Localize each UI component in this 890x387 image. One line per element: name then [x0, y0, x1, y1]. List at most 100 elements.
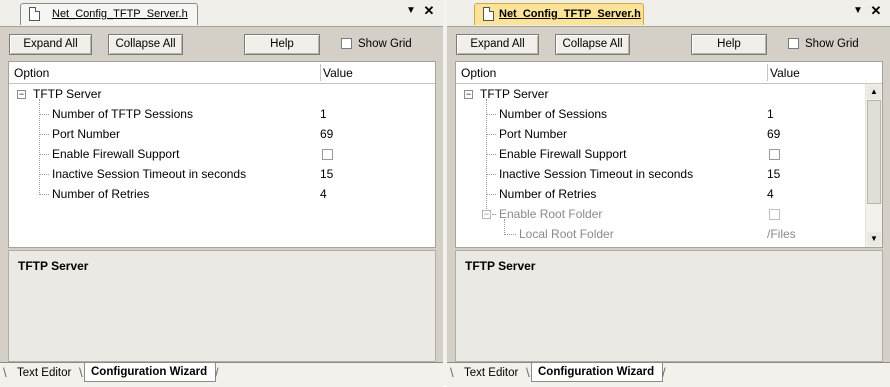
show-grid-label: Show Grid [358, 38, 412, 50]
tree-branch [39, 174, 49, 175]
help-button[interactable]: Help [244, 34, 320, 55]
option-label: Inactive Session Timeout in seconds [499, 167, 694, 181]
wizard-toolbar: Expand All Collapse All Help Show Grid [0, 27, 443, 60]
tree-row[interactable]: Port Number 69 [9, 124, 435, 144]
scroll-up-icon[interactable]: ▲ [867, 85, 881, 99]
tree-branch [39, 154, 49, 155]
tree-row-root[interactable]: − TFTP Server [456, 84, 882, 104]
option-value[interactable]: 1 [320, 107, 327, 121]
tree-root-label: TFTP Server [33, 87, 102, 101]
dropdown-icon[interactable]: ▼ [852, 5, 864, 17]
option-value[interactable]: 1 [767, 107, 774, 121]
tree-branch [486, 134, 496, 135]
grid-header: Option Value [9, 62, 435, 84]
option-value[interactable]: 69 [320, 127, 333, 141]
tab-configuration-wizard[interactable]: Configuration Wizard [84, 363, 217, 382]
option-label: Number of Sessions [499, 107, 608, 121]
tree-row-root[interactable]: − TFTP Server [9, 84, 435, 104]
option-value[interactable]: 69 [767, 127, 780, 141]
show-grid-checkbox[interactable] [788, 38, 799, 49]
tab-divider: \ [79, 365, 83, 380]
tree-row[interactable]: Enable Firewall Support [9, 144, 435, 164]
tree-row[interactable]: Port Number 69 [456, 124, 882, 144]
collapse-all-button[interactable]: Collapse All [555, 34, 630, 55]
option-value[interactable]: 4 [767, 187, 774, 201]
document-icon [29, 7, 40, 21]
options-grid: Option Value − TFTP Server Number of Ses… [455, 61, 883, 248]
value-column-header: Value [323, 66, 353, 80]
tab-configuration-wizard[interactable]: Configuration Wizard [531, 363, 664, 382]
tree-row[interactable]: Number of Retries 4 [9, 184, 435, 204]
options-grid: Option Value − TFTP Server Number of TFT… [8, 61, 436, 248]
document-tab-active[interactable]: Net_Config_TFTP_Server.h [474, 3, 644, 25]
tree-root-label: TFTP Server [480, 87, 549, 101]
firewall-checkbox[interactable] [769, 149, 780, 160]
tab-text-editor[interactable]: Text Editor [17, 364, 71, 382]
tab-text-editor[interactable]: Text Editor [464, 364, 518, 382]
tree-row[interactable]: Number of TFTP Sessions 1 [9, 104, 435, 124]
option-label: Enable Firewall Support [52, 147, 180, 161]
option-value[interactable]: 4 [320, 187, 327, 201]
expand-all-button[interactable]: Expand All [456, 34, 539, 55]
grid-header: Option Value [456, 62, 882, 84]
tree-branch [486, 174, 496, 175]
option-value[interactable]: /Files [767, 227, 796, 241]
root-folder-checkbox[interactable] [769, 209, 780, 220]
tree-row[interactable]: Number of Sessions 1 [456, 104, 882, 124]
help-button[interactable]: Help [691, 34, 767, 55]
option-value[interactable]: 15 [767, 167, 780, 181]
document-tab-label: Net_Config_TFTP_Server.h [52, 8, 188, 20]
vertical-scrollbar[interactable]: ▲ ▼ [865, 84, 882, 247]
option-column-header: Option [14, 66, 50, 80]
option-label: Number of TFTP Sessions [52, 107, 193, 121]
option-label: Inactive Session Timeout in seconds [52, 167, 247, 181]
option-label: Number of Retries [499, 187, 597, 201]
show-grid-checkbox[interactable] [341, 38, 352, 49]
option-value[interactable]: 15 [320, 167, 333, 181]
option-label: Enable Root Folder [499, 207, 603, 221]
tree-branch [504, 234, 516, 235]
collapse-icon[interactable]: − [464, 90, 473, 99]
tree-row[interactable]: Number of Retries 4 [456, 184, 882, 204]
dropdown-icon[interactable]: ▼ [405, 5, 417, 17]
description-title: TFTP Server [465, 259, 536, 273]
column-separator[interactable] [767, 64, 768, 81]
tree-row-disabled[interactable]: Local Root Folder /Files [456, 224, 882, 244]
option-label: Port Number [52, 127, 121, 141]
tree-branch [39, 114, 49, 115]
collapse-all-button[interactable]: Collapse All [108, 34, 183, 55]
right-pane: Net_Config_TFTP_Server.h ▼ ✕ Expand All … [447, 0, 890, 387]
tree-row[interactable]: Inactive Session Timeout in seconds 15 [9, 164, 435, 184]
wizard-toolbar: Expand All Collapse All Help Show Grid [447, 27, 890, 60]
tree-branch [486, 194, 496, 195]
expand-all-button[interactable]: Expand All [9, 34, 92, 55]
tree-branch [39, 194, 49, 195]
description-panel: TFTP Server [455, 250, 883, 362]
document-icon [483, 7, 494, 21]
tab-divider: \ [450, 365, 454, 380]
scrollbar-thumb[interactable] [867, 100, 881, 204]
scroll-down-icon[interactable]: ▼ [867, 232, 881, 246]
description-panel: TFTP Server [8, 250, 436, 362]
tree-row-disabled[interactable]: − Enable Root Folder [456, 204, 882, 224]
bottom-tab-bar: \ Text Editor \ Configuration Wizard / [0, 362, 443, 387]
tab-divider: \ [3, 365, 7, 380]
firewall-checkbox[interactable] [322, 149, 333, 160]
collapse-icon[interactable]: − [17, 90, 26, 99]
tab-divider: / [662, 365, 666, 380]
tab-divider: / [215, 365, 219, 380]
description-title: TFTP Server [18, 259, 89, 273]
close-icon[interactable]: ✕ [423, 4, 435, 17]
tree-branch [486, 154, 496, 155]
tree-branch [39, 134, 49, 135]
tree-row[interactable]: Inactive Session Timeout in seconds 15 [456, 164, 882, 184]
document-tab-bar: Net_Config_TFTP_Server.h ▼ ✕ [0, 0, 443, 27]
document-tab[interactable]: Net_Config_TFTP_Server.h [20, 3, 198, 25]
close-icon[interactable]: ✕ [870, 4, 882, 17]
column-separator[interactable] [320, 64, 321, 81]
option-label: Local Root Folder [519, 227, 614, 241]
collapse-icon[interactable]: − [482, 210, 491, 219]
tree-branch [492, 214, 496, 215]
value-column-header: Value [770, 66, 800, 80]
tree-row[interactable]: Enable Firewall Support [456, 144, 882, 164]
